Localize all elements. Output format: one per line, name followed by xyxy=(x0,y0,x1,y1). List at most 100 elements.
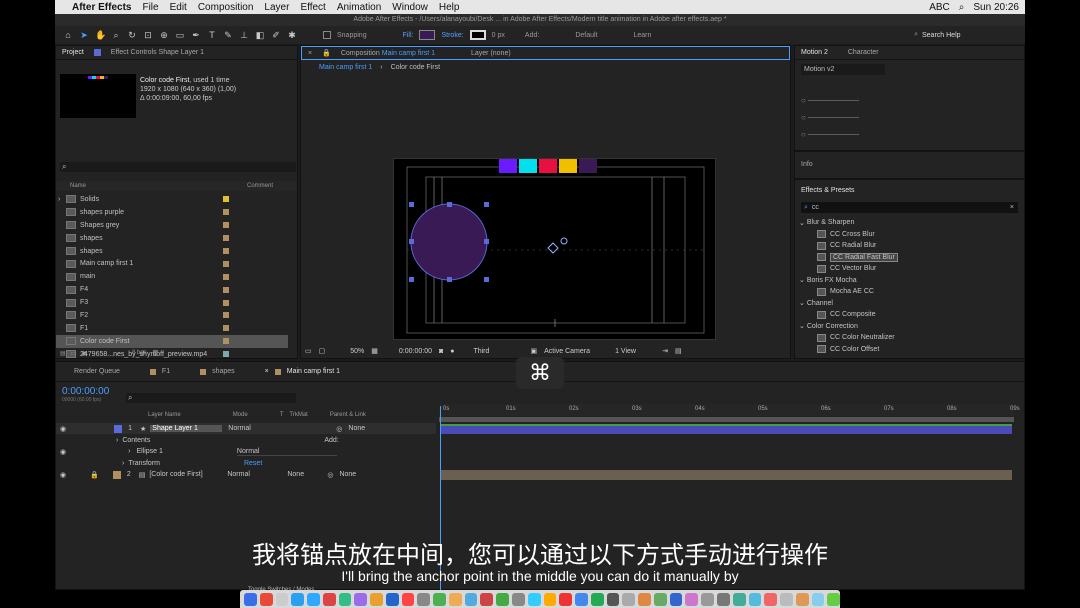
effect-category[interactable]: ⌄ Blur & Sharpen xyxy=(799,217,1024,229)
layer-label-swatch[interactable] xyxy=(114,424,123,433)
roto-tool-icon[interactable]: ✐ xyxy=(271,30,281,40)
project-list-item[interactable]: F1 xyxy=(56,322,288,335)
eye-icon[interactable]: ◉ xyxy=(60,448,66,456)
motion-slider-1[interactable]: ○ ───────── xyxy=(801,92,859,109)
project-bpc-label[interactable]: 8 bpc xyxy=(132,350,147,356)
parent-dropdown[interactable]: None xyxy=(339,471,356,478)
shape-tool-icon[interactable]: ▭ xyxy=(175,30,185,40)
project-list-item[interactable]: Main camp first 1 xyxy=(56,257,288,270)
expand-arrow-icon[interactable]: › xyxy=(58,196,60,203)
dock-app-icon[interactable] xyxy=(590,592,604,606)
effect-item[interactable]: CC Radial Blur xyxy=(799,240,1024,252)
mask-visibility-icon[interactable]: ▦ xyxy=(371,347,378,355)
timeline-search-input[interactable]: ⌕ xyxy=(126,393,296,403)
project-search-input[interactable]: ⌕ xyxy=(60,162,296,172)
label-swatch[interactable] xyxy=(223,260,229,267)
dock-app-icon[interactable] xyxy=(307,592,320,606)
menu-app-name[interactable]: After Effects xyxy=(72,2,131,13)
dock-app-icon[interactable] xyxy=(322,592,336,606)
label-swatch[interactable] xyxy=(223,286,229,293)
brush-tool-icon[interactable]: ✎ xyxy=(223,30,233,40)
tab-motion[interactable]: Motion 2 xyxy=(801,49,828,56)
dock-app-icon[interactable] xyxy=(527,592,541,606)
project-list-item[interactable]: F2 xyxy=(56,309,288,322)
tab-effects-presets[interactable]: Effects & Presets xyxy=(801,187,855,194)
region-of-interest-icon[interactable]: ▭ xyxy=(305,347,312,355)
fill-swatch[interactable] xyxy=(419,30,436,40)
label-swatch[interactable] xyxy=(223,222,229,229)
lock-icon[interactable]: 🔒 xyxy=(90,471,99,479)
menu-animation[interactable]: Animation xyxy=(337,2,381,13)
t-header[interactable]: T xyxy=(280,412,284,418)
menu-composition[interactable]: Composition xyxy=(198,2,254,13)
zoom-tool-icon[interactable]: ⌕ xyxy=(111,30,121,40)
timeline-current-time[interactable]: 0:00:00:00 xyxy=(62,386,109,397)
composition-viewer[interactable] xyxy=(393,158,716,340)
views-dropdown[interactable]: 1 View xyxy=(615,348,655,355)
work-area-bar[interactable] xyxy=(439,417,1014,422)
trash-icon[interactable]: 🗑 xyxy=(152,350,160,357)
interpret-footage-icon[interactable]: ▤ xyxy=(60,350,66,357)
project-list-item[interactable]: main xyxy=(56,270,288,283)
dock-app-icon[interactable] xyxy=(291,592,305,606)
layer-name[interactable]: Shape Layer 1 xyxy=(150,425,223,432)
layer-name[interactable]: [Color code First] xyxy=(149,471,221,478)
time-ruler[interactable]: 0s 01s 02s 03s 04s 05s 06s 07s 08s 09s xyxy=(439,404,1020,416)
new-folder-icon[interactable]: ▭ xyxy=(71,350,77,357)
dock-app-icon[interactable] xyxy=(259,592,273,606)
dock-app-icon[interactable] xyxy=(370,592,383,606)
workspace-learn[interactable]: Learn xyxy=(634,32,652,39)
stroke-width-value[interactable]: 0 px xyxy=(492,32,505,39)
layer-bar-1[interactable] xyxy=(440,424,1012,434)
dock-app-icon[interactable] xyxy=(764,592,778,606)
magnification-dropdown[interactable]: 50% xyxy=(350,348,364,355)
label-swatch[interactable] xyxy=(223,209,229,216)
expand-arrow-icon[interactable]: › xyxy=(128,448,130,455)
lock-icon[interactable]: 🔒 xyxy=(322,49,331,57)
search-icon[interactable]: ⌕ xyxy=(959,2,965,13)
dock-app-icon[interactable] xyxy=(512,592,525,606)
tab-character[interactable]: Character xyxy=(848,49,879,56)
column-comment-header[interactable]: Comment xyxy=(247,183,273,189)
tab-project[interactable]: Project xyxy=(62,49,84,56)
timeline-tab[interactable]: F1 xyxy=(149,368,170,375)
label-swatch[interactable] xyxy=(223,325,229,332)
menu-file[interactable]: File xyxy=(142,2,158,13)
contents-group[interactable]: Contents xyxy=(122,437,150,444)
dock-app-icon[interactable] xyxy=(244,592,257,606)
label-swatch[interactable] xyxy=(223,273,229,280)
snapping-checkbox[interactable] xyxy=(323,31,331,39)
effect-item[interactable]: CC Color Offset xyxy=(799,344,1024,356)
dock-app-icon[interactable] xyxy=(496,592,510,606)
parent-pickwhip-icon[interactable]: ◎ xyxy=(327,471,333,479)
project-list-item[interactable]: F4 xyxy=(56,283,288,296)
project-list-item[interactable]: › Solids xyxy=(56,193,288,206)
motion-slider-3[interactable]: ○ ───────── xyxy=(801,126,859,143)
eye-icon[interactable]: ◉ xyxy=(60,425,66,433)
menu-edit[interactable]: Edit xyxy=(170,2,187,13)
dock-app-icon[interactable] xyxy=(622,592,636,606)
search-help-field[interactable]: Search Help xyxy=(922,32,1017,39)
project-list-item[interactable]: F3 xyxy=(56,296,288,309)
effect-item[interactable]: CC Composite xyxy=(799,309,1024,321)
selection-tool-icon[interactable]: ➤ xyxy=(79,30,89,40)
effect-item[interactable]: CC Vector Blur xyxy=(799,263,1024,275)
effect-category[interactable]: ⌄ Boris FX Mocha xyxy=(799,275,1024,287)
timeline-icon[interactable]: ▤ xyxy=(675,347,682,355)
motion-preset-dropdown[interactable]: Motion v2 xyxy=(801,64,885,75)
label-swatch[interactable] xyxy=(223,312,229,319)
effect-item[interactable]: CC Cross Blur xyxy=(799,229,1024,241)
timeline-tab[interactable]: Render Queue xyxy=(74,368,120,375)
search-icon[interactable]: ⌕ xyxy=(914,31,918,39)
trkmat-header[interactable]: TrkMat xyxy=(289,412,307,418)
layer-row-1[interactable]: ◉ 1 ★ Shape Layer 1 Normal ◎ None xyxy=(56,423,436,434)
dock-app-icon[interactable] xyxy=(417,592,431,606)
effect-item[interactable]: Mocha AE CC xyxy=(799,286,1024,298)
close-icon[interactable]: × xyxy=(265,368,269,375)
dock-app-icon[interactable] xyxy=(701,592,714,606)
parent-link-header[interactable]: Parent & Link xyxy=(330,412,366,418)
tab-effect-controls[interactable]: Effect Controls Shape Layer 1 xyxy=(111,49,204,56)
dock-app-icon[interactable] xyxy=(653,592,667,606)
trkmat-dropdown[interactable]: None xyxy=(287,471,327,478)
fast-preview-icon[interactable]: ⇥ xyxy=(662,347,668,355)
